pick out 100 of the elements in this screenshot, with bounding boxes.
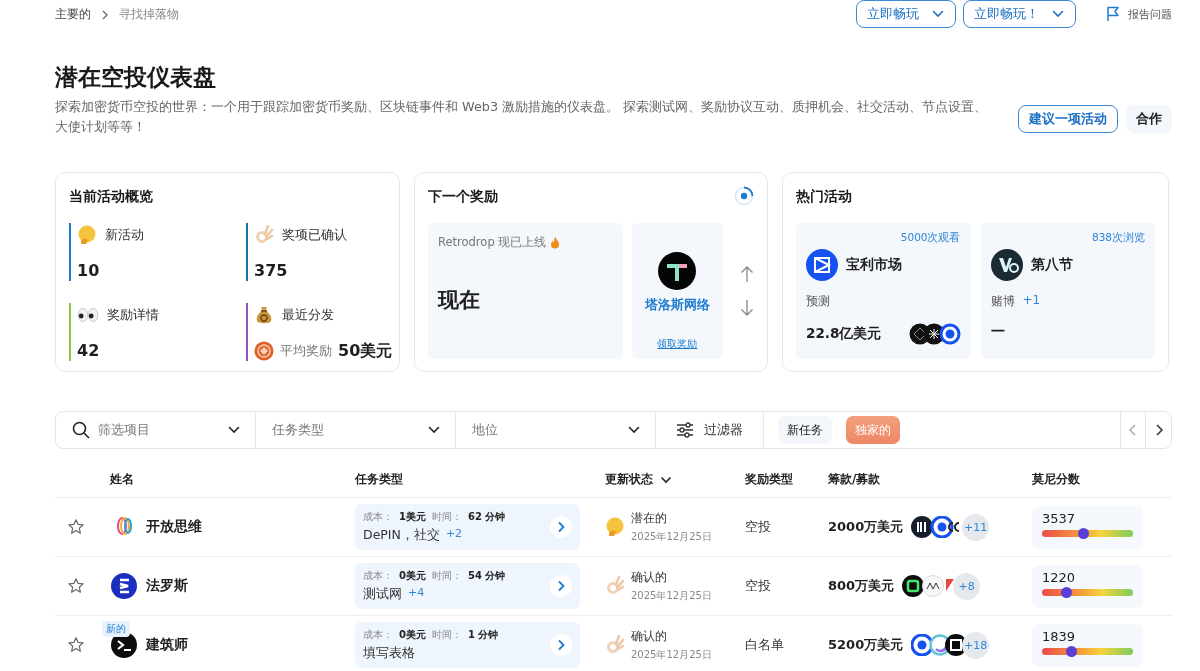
column-header: 莫尼分数: [1032, 471, 1080, 488]
trending-tile[interactable]: 5000次观看 宝利市场 预测 22.8亿美元: [796, 223, 971, 359]
sliders-icon: [676, 422, 694, 438]
filter-chip[interactable]: 新任务: [778, 416, 832, 444]
stat-label: 新活动: [105, 226, 144, 244]
coin-icon: [254, 341, 274, 361]
time-value: 62 分钟: [467, 510, 506, 524]
time-value: 1 分钟: [467, 628, 499, 642]
column-header: 任务类型: [355, 471, 403, 488]
card-title: 热门活动: [796, 187, 853, 206]
project-logo-icon: [658, 252, 697, 290]
project-name: 建筑师: [146, 636, 188, 654]
chevron-right-icon: [557, 580, 565, 592]
status-date: 2025年12月25日: [631, 589, 712, 603]
stat-value: 375: [254, 261, 289, 281]
cost-label: 成本：: [363, 510, 393, 524]
stat-value: 50美元: [338, 341, 393, 361]
cost-label: 成本：: [363, 569, 393, 583]
time-label: 时间：: [431, 510, 462, 524]
favorite-button[interactable]: [66, 636, 86, 654]
raised-amount: 一: [990, 323, 1005, 341]
claim-reward-link[interactable]: 领取奖励: [657, 337, 698, 351]
status-text: 潜在的: [631, 510, 668, 527]
status-text: 确认的: [631, 569, 668, 586]
filter-button[interactable]: 过滤器: [656, 412, 764, 448]
search-field[interactable]: 筛选项目: [56, 412, 256, 448]
flag-icon: [1106, 6, 1120, 22]
chevron-right-icon: [557, 521, 565, 533]
reward-type: 空投: [745, 577, 772, 595]
trending-tile[interactable]: 838次浏览 第八节 赌博 +1 一: [980, 223, 1155, 359]
search-icon: [72, 421, 90, 439]
column-header: 奖励类型: [745, 471, 793, 488]
open-task-button[interactable]: [550, 516, 572, 538]
page-title: 潜在空投仪表盘: [55, 63, 217, 92]
breadcrumb-current[interactable]: 寻找掉落物: [119, 6, 179, 23]
chevron-right-icon: [1153, 423, 1164, 437]
chevron-right-icon: [101, 9, 109, 20]
cost-label: 成本：: [363, 628, 393, 642]
view-count: 5000次观看: [900, 231, 961, 245]
new-badge: 新的: [102, 621, 130, 637]
cooperate-button[interactable]: 合作: [1126, 105, 1172, 133]
project-name: 法罗斯: [146, 577, 188, 595]
project-name: 开放思维: [146, 518, 202, 536]
project-category: 预测: [806, 293, 830, 310]
favorite-button[interactable]: [66, 577, 86, 595]
stat-value: 42: [77, 341, 101, 361]
breadcrumb-link[interactable]: 主要的: [55, 6, 91, 23]
score-value: 3537: [1042, 510, 1077, 526]
column-header: 更新状态: [605, 471, 653, 488]
reward-type: 白名单: [745, 636, 785, 654]
project-category: 赌博: [990, 293, 1015, 310]
investor-logos-icon: [908, 323, 961, 345]
reward-headline: 现在: [438, 287, 481, 314]
raised-amount: 5200万美元: [828, 636, 904, 654]
raised-amount: 2000万美元: [828, 518, 904, 536]
time-value: 54 分钟: [467, 569, 506, 583]
report-issue-link[interactable]: 报告问题: [1128, 6, 1172, 22]
arrow-up-icon[interactable]: [740, 265, 754, 283]
launch-notice: Retrodrop 现已上线: [438, 235, 547, 250]
card-title: 下一个奖励: [428, 187, 498, 206]
score-value: 1220: [1042, 569, 1077, 585]
status-text: 确认的: [631, 628, 668, 645]
chevron-right-icon: [557, 639, 565, 651]
cost-value: 0美元: [399, 569, 426, 583]
reward-type: 空投: [745, 518, 772, 536]
card-title: 当前活动概览: [69, 187, 154, 206]
open-task-button[interactable]: [550, 575, 572, 597]
ok-hand-icon: [605, 635, 625, 655]
stat-label: 奖励详情: [107, 306, 159, 324]
raised-amount: 22.8亿美元: [806, 325, 882, 343]
time-label: 时间：: [431, 569, 462, 583]
cost-value: 0美元: [399, 628, 426, 642]
column-header: 姓名: [110, 471, 134, 488]
chevron-left-icon: [1128, 423, 1138, 437]
play-now-button[interactable]: 立即畅玩！: [963, 0, 1076, 28]
project-name: 塔洛斯网络: [644, 297, 710, 314]
ok-hand-icon: [254, 225, 274, 245]
time-label: 时间：: [431, 628, 462, 642]
stat-value: 10: [77, 261, 101, 281]
arrow-down-icon[interactable]: [740, 299, 754, 317]
investor-count: +18: [962, 631, 990, 659]
project-name: 第八节: [1030, 256, 1073, 274]
investor-count: +8: [953, 572, 981, 600]
play-now-button[interactable]: 立即畅玩: [856, 0, 956, 28]
project-logo-icon: [806, 249, 838, 281]
stat-label: 最近分发: [282, 306, 334, 324]
page-description: 探索加密货币空投的世界：一个用于跟踪加密货币奖励、区块链事件和 Web3 激励措施的仪表盘。 探索测试网、奖励协议互动、质押机会、社交活动、节点设置、大使计划等等！: [55, 98, 989, 136]
suggest-activity-button[interactable]: 建议一项活动: [1018, 105, 1118, 133]
stat-label: 奖项已确认: [282, 226, 347, 244]
select-field[interactable]: 任务类型: [256, 412, 456, 448]
select-field[interactable]: 地位: [456, 412, 656, 448]
project-logo-icon: [111, 573, 137, 599]
status-date: 2025年12月25日: [631, 530, 712, 544]
open-task-button[interactable]: [550, 634, 572, 656]
investor-count: +11: [962, 513, 990, 541]
favorite-button[interactable]: [66, 518, 86, 536]
project-logo-icon: [990, 249, 1023, 281]
task-tags: 填写表格: [363, 645, 415, 662]
column-header: 筹款/募款: [828, 471, 881, 488]
score-value: 1839: [1042, 628, 1077, 644]
